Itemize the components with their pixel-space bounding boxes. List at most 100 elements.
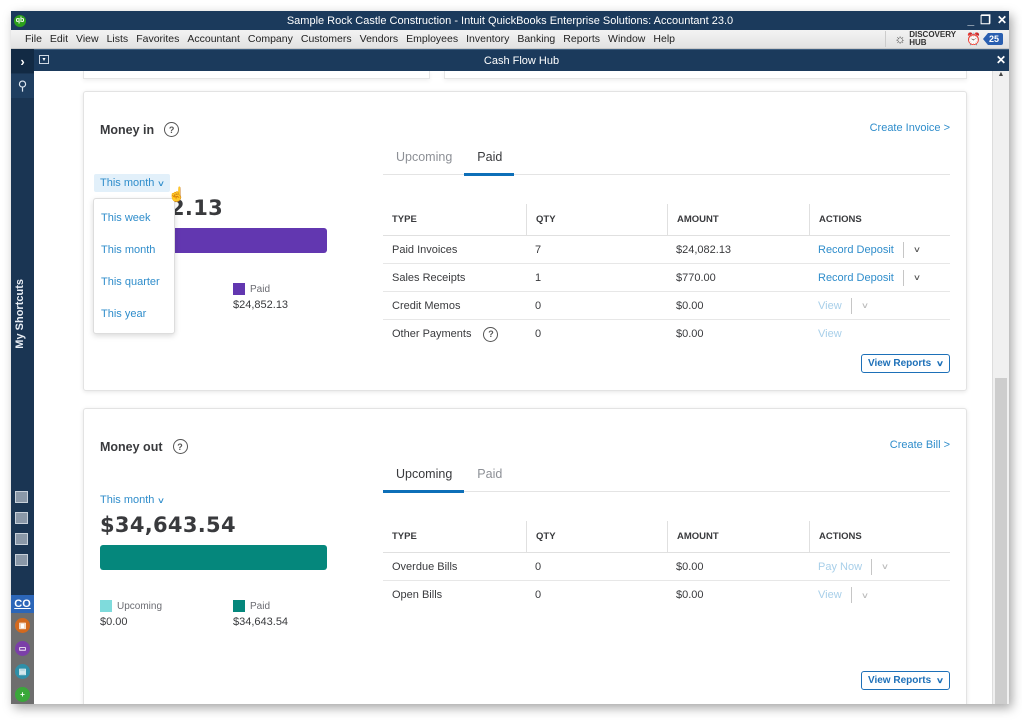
- menu-edit[interactable]: Edit: [46, 33, 72, 45]
- column-type: TYPE: [392, 531, 417, 542]
- view-reports-button[interactable]: View Reports ∨: [860, 354, 950, 373]
- record-deposit-button[interactable]: Record Deposit: [818, 272, 894, 284]
- help-icon[interactable]: ?: [164, 122, 180, 137]
- period-dropdown-menu: This week This month This quarter This y…: [93, 198, 175, 334]
- money-in-period-dropdown[interactable]: This month ∨: [94, 174, 171, 192]
- row-type: Sales Receipts: [392, 271, 466, 284]
- upcoming-swatch: [100, 600, 112, 612]
- create-invoice-link[interactable]: Create Invoice >: [870, 122, 950, 134]
- restore-button[interactable]: ❐: [980, 13, 991, 27]
- add-icon[interactable]: +: [15, 687, 30, 702]
- chevron-down-icon[interactable]: ∨: [860, 591, 868, 600]
- print-icon[interactable]: ▤: [15, 664, 30, 679]
- menu-file[interactable]: File: [21, 33, 46, 45]
- minimize-button[interactable]: _: [967, 13, 974, 27]
- row-amount: $24,082.13: [676, 243, 732, 256]
- tab-paid[interactable]: Paid: [464, 461, 514, 491]
- menu-vendors[interactable]: Vendors: [356, 33, 403, 45]
- shortcut-tool-2-icon[interactable]: [15, 512, 28, 524]
- period-option-this-month[interactable]: This month: [94, 237, 174, 269]
- table-row: Other Payments? 0 $0.00 View: [383, 320, 950, 348]
- period-selected: This month: [100, 494, 155, 506]
- record-deposit-button[interactable]: Record Deposit: [818, 244, 894, 256]
- row-qty: 0: [535, 299, 542, 312]
- table-row: Sales Receipts 1 $770.00 Record Deposit ∨: [383, 264, 950, 292]
- money-out-period-dropdown[interactable]: This month ∨: [94, 491, 170, 509]
- discovery-hub-button[interactable]: ☼ DISCOVERY HUB: [885, 31, 956, 47]
- scrollbar-thumb[interactable]: [995, 378, 1007, 704]
- shortcut-chart-icon[interactable]: [15, 533, 28, 545]
- tab-upcoming[interactable]: Upcoming: [383, 144, 464, 174]
- period-option-this-week[interactable]: This week: [94, 205, 174, 237]
- column-actions: ACTIONS: [809, 521, 950, 552]
- expand-sidebar-icon[interactable]: ›: [11, 49, 34, 73]
- chevron-down-icon[interactable]: ∨: [913, 245, 921, 254]
- scroll-up-icon[interactable]: ▲: [993, 71, 1009, 83]
- company-link[interactable]: CO: [11, 595, 34, 613]
- menu-reports[interactable]: Reports: [559, 33, 604, 45]
- money-out-bar: [100, 545, 327, 570]
- menu-banking[interactable]: Banking: [513, 33, 559, 45]
- legend-label: Upcoming: [117, 600, 163, 612]
- column-amount: AMOUNT: [667, 204, 809, 235]
- menu-view[interactable]: View: [72, 33, 103, 45]
- column-qty: QTY: [526, 204, 667, 235]
- card-icon[interactable]: ▭: [15, 641, 30, 656]
- pay-now-button[interactable]: Pay Now: [818, 561, 862, 573]
- quickbooks-window: qb Sample Rock Castle Construction - Int…: [11, 11, 1009, 704]
- create-bill-link[interactable]: Create Bill >: [890, 439, 950, 451]
- view-reports-button[interactable]: View Reports ∨: [860, 671, 950, 690]
- row-type: Credit Memos: [392, 299, 461, 312]
- row-type: Open Bills: [392, 589, 443, 601]
- menu-company[interactable]: Company: [244, 33, 297, 45]
- close-hub-button[interactable]: ✕: [996, 53, 1006, 67]
- chevron-down-icon[interactable]: ∨: [860, 301, 868, 310]
- tab-paid[interactable]: Paid: [464, 144, 515, 176]
- money-out-paid-segment: [100, 545, 327, 570]
- view-button[interactable]: View: [818, 589, 842, 601]
- view-button[interactable]: View: [818, 328, 842, 340]
- menu-lists[interactable]: Lists: [103, 33, 133, 45]
- vertical-scrollbar[interactable]: ▲: [992, 71, 1009, 704]
- chevron-down-icon[interactable]: ∨: [881, 562, 889, 571]
- view-button[interactable]: View: [818, 300, 842, 312]
- shortcut-window-icon[interactable]: [15, 554, 28, 566]
- reminders-count-badge: 25: [982, 33, 1003, 45]
- period-option-this-year[interactable]: This year: [94, 301, 174, 333]
- period-option-this-quarter[interactable]: This quarter: [94, 269, 174, 301]
- menu-window[interactable]: Window: [604, 33, 649, 45]
- help-icon[interactable]: ?: [172, 439, 188, 454]
- table-header: TYPE QTY AMOUNT ACTIONS: [383, 204, 950, 236]
- row-qty: 0: [535, 589, 542, 601]
- menu-inventory[interactable]: Inventory: [462, 33, 513, 45]
- paid-swatch: [233, 283, 245, 295]
- column-qty: QTY: [526, 521, 667, 552]
- tab-upcoming[interactable]: Upcoming: [383, 461, 465, 493]
- search-icon[interactable]: ⚲: [11, 74, 34, 98]
- money-out-tabs: Upcoming Paid: [383, 461, 950, 493]
- menu-favorites[interactable]: Favorites: [132, 33, 183, 45]
- menu-customers[interactable]: Customers: [297, 33, 356, 45]
- close-button[interactable]: ✕: [997, 13, 1007, 27]
- hub-title: Cash Flow Hub: [483, 54, 560, 67]
- quickbooks-logo-icon: qb: [14, 14, 26, 27]
- menu-help[interactable]: Help: [649, 33, 679, 45]
- contacts-icon[interactable]: ▣: [15, 618, 30, 633]
- shortcut-tool-1-icon[interactable]: [15, 491, 28, 503]
- view-reports-label: View Reports: [867, 675, 932, 686]
- help-icon[interactable]: ?: [483, 326, 499, 342]
- legend-upcoming: Upcoming $0.00: [100, 600, 162, 628]
- window-menu-icon[interactable]: ▾: [39, 55, 49, 64]
- row-amount: $0.00: [676, 328, 704, 340]
- my-shortcuts-label[interactable]: My Shortcuts: [14, 279, 26, 349]
- chevron-down-icon[interactable]: ∨: [913, 273, 921, 282]
- table-header: TYPE QTY AMOUNT ACTIONS: [383, 521, 950, 553]
- money-out-card: Money out ? Create Bill > This month ∨ $…: [83, 408, 967, 704]
- reminders-button[interactable]: ⏰ 25: [966, 32, 1003, 46]
- row-qty: 7: [535, 243, 542, 256]
- column-type: TYPE: [392, 214, 417, 225]
- menu-employees[interactable]: Employees: [402, 33, 462, 45]
- menu-accountant[interactable]: Accountant: [183, 33, 244, 45]
- cash-flow-hub-content: Money in ? Create Invoice > This month ∨…: [34, 71, 992, 704]
- row-amount: $0.00: [676, 589, 704, 601]
